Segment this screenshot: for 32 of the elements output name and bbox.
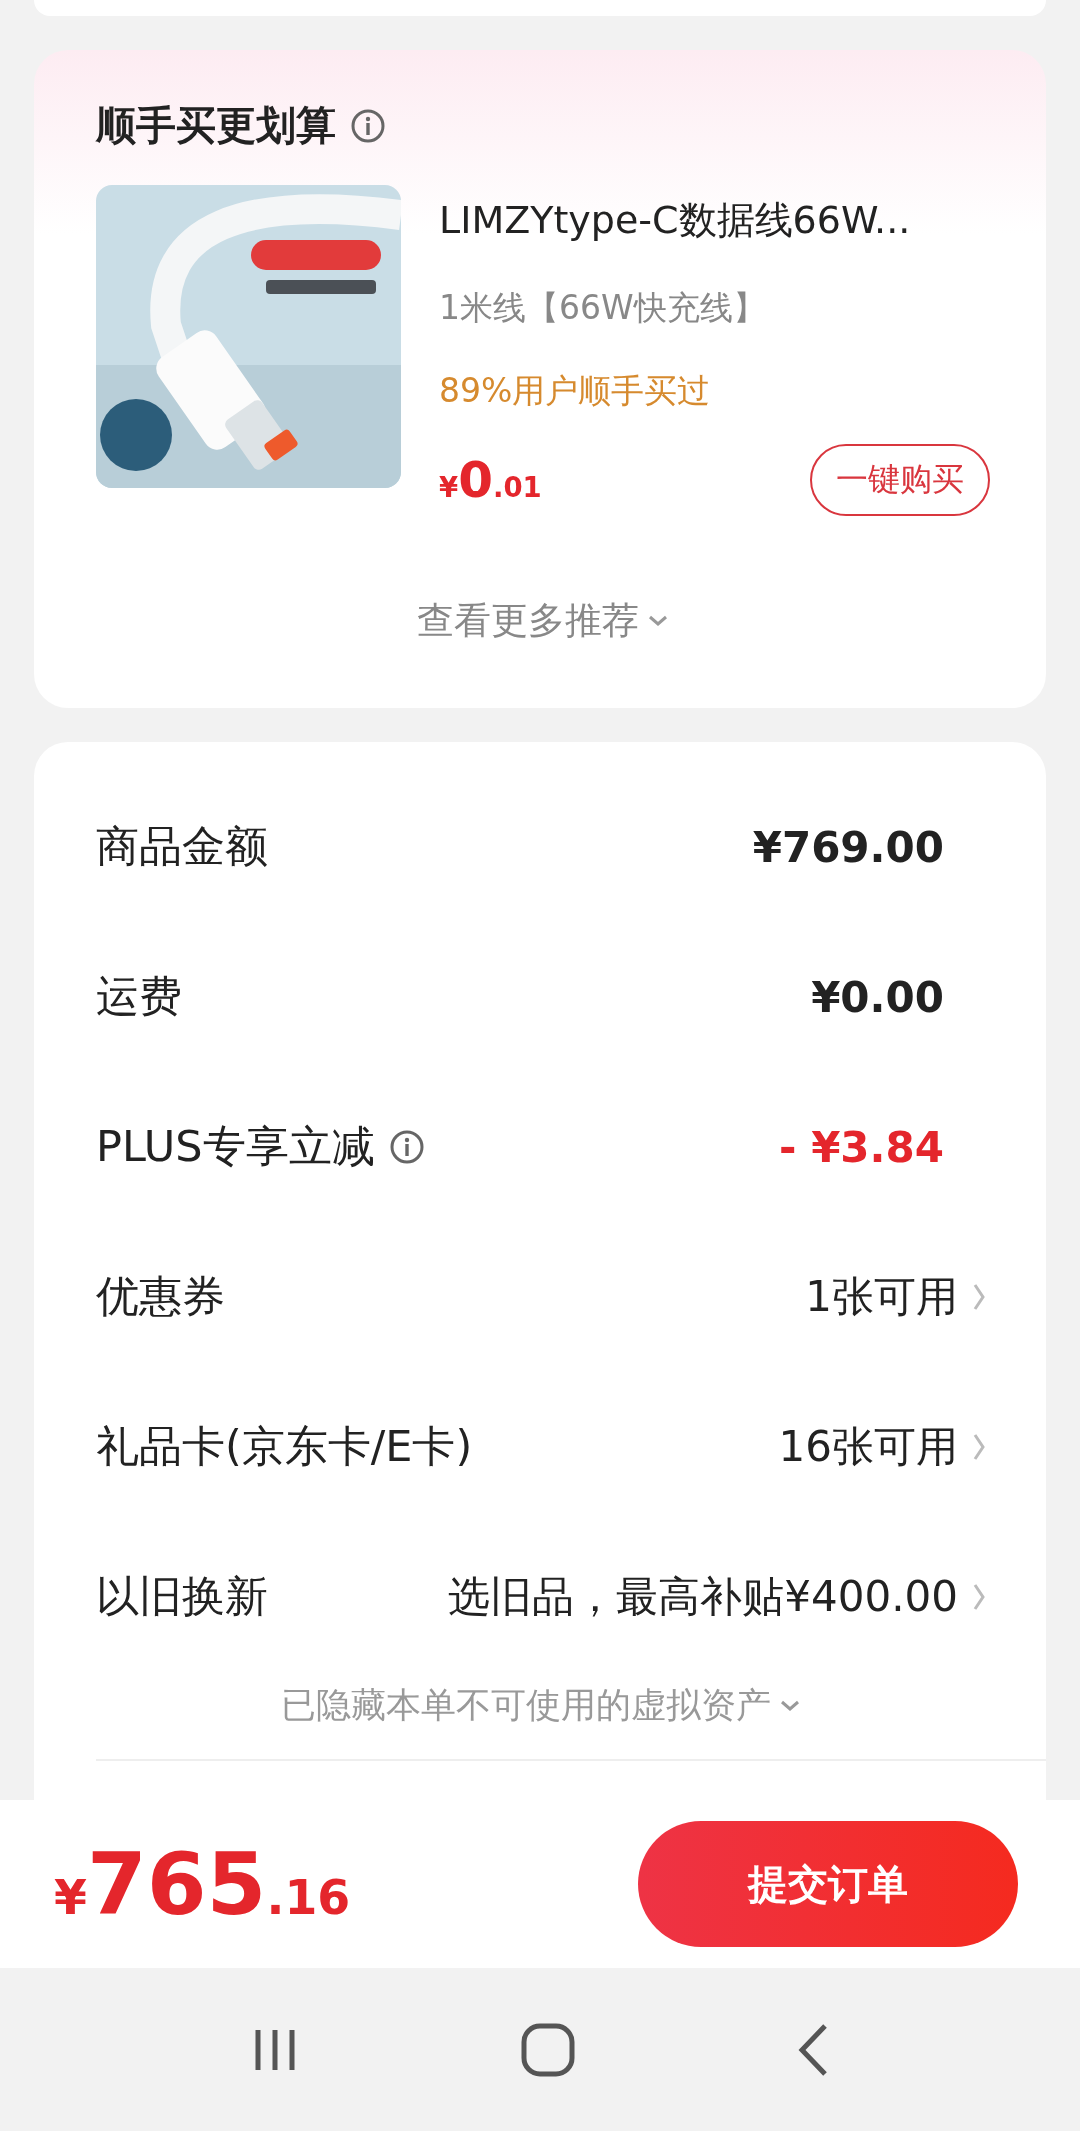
row-label: 优惠券 [96, 1270, 225, 1323]
chevron-down-icon [647, 614, 669, 628]
chevron-down-icon [779, 1698, 801, 1713]
row-label: 运费 [96, 970, 182, 1023]
chevron-right-icon [972, 1432, 986, 1462]
row-label: PLUS专享立减 [96, 1120, 375, 1173]
purchase-rate: 89%用户顺手买过 [439, 370, 712, 412]
row-value: 1张可用 [805, 1271, 958, 1323]
row-value: 选旧品，最高补贴¥400.00 [448, 1571, 958, 1623]
product-spec: 1米线【66W快充线】 [439, 287, 767, 329]
submit-order-button[interactable]: 提交订单 [638, 1821, 1018, 1947]
total-price: ¥765.16 [54, 1834, 351, 1934]
row-value: - ¥3.84 [779, 1122, 944, 1172]
home-button[interactable] [520, 2021, 576, 2078]
row-label: 以旧换新 [96, 1570, 268, 1623]
info-icon[interactable] [388, 1129, 425, 1165]
row-value: 16张可用 [778, 1421, 958, 1473]
chevron-right-icon [972, 1282, 986, 1312]
summary-row[interactable]: 以旧换新 选旧品，最高补贴¥400.00 [96, 1522, 986, 1672]
summary-row[interactable]: 礼品卡(京东卡/E卡) 16张可用 [96, 1372, 986, 1522]
summary-row[interactable]: 优惠券 1张可用 [96, 1222, 986, 1372]
more-recommendations-button[interactable]: 查看更多推荐 [417, 596, 669, 646]
info-icon[interactable] [350, 107, 386, 144]
product-price: ¥0.01 [439, 451, 542, 509]
row-value: ¥769.00 [752, 822, 944, 872]
row-label: 礼品卡(京东卡/E卡) [96, 1420, 473, 1473]
row-label: 商品金额 [96, 820, 268, 873]
chevron-right-icon [972, 1582, 986, 1612]
section-title: 顺手买更划算 [96, 101, 336, 150]
row-value: ¥0.00 [811, 972, 944, 1022]
buy-now-button[interactable]: 一键购买 [810, 444, 990, 516]
product-name[interactable]: LIMZYtype-C数据线66W... [439, 195, 990, 246]
